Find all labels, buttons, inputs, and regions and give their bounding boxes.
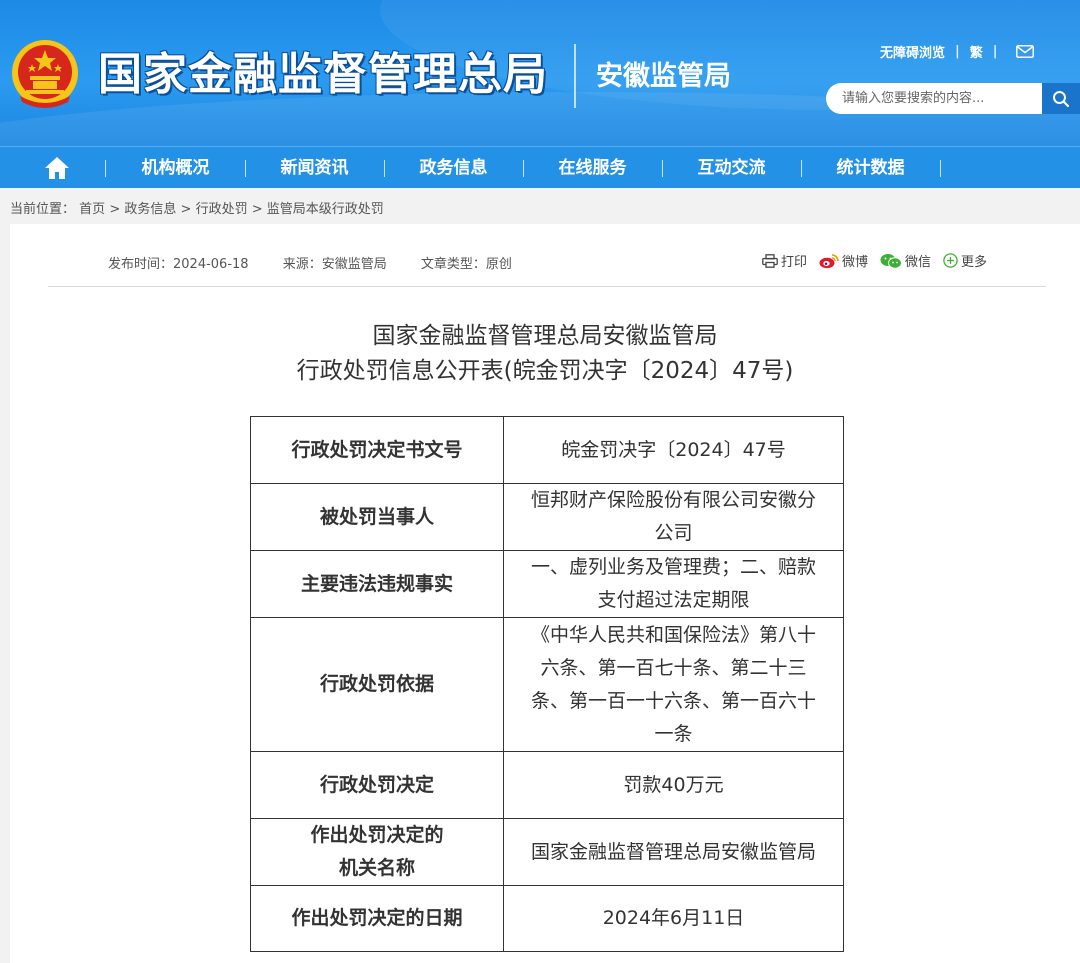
table-row: 行政处罚决定书文号 皖金罚决字〔2024〕47号 [250, 416, 844, 484]
weibo-share-button[interactable]: 微博 [819, 251, 868, 270]
plus-circle-icon [943, 253, 958, 268]
table-key: 行政处罚依据 [319, 673, 434, 695]
table-key: 作出处罚决定的日期 [291, 907, 463, 929]
table-key-cell: 被处罚当事人 [250, 483, 504, 551]
nav-item-about[interactable]: 机构概况 [106, 147, 245, 189]
nav-divider [940, 160, 941, 177]
table-key-line: 机关名称 [338, 857, 415, 879]
table-value: 2024年6月11日 [602, 907, 745, 929]
home-icon[interactable] [44, 156, 70, 180]
article-type: 文章类型：原创 [420, 257, 512, 272]
more-label: 更多 [961, 255, 988, 270]
table-value-line: 《中华人民共和国保险法》第八十 [530, 623, 816, 646]
site-subtitle[interactable]: 安徽监管局 [596, 60, 731, 94]
table-row: 作出处罚决定的日期 2024年6月11日 [250, 885, 844, 952]
table-key-cell: 行政处罚依据 [250, 617, 504, 752]
weibo-label: 微博 [842, 255, 869, 270]
article-meta: 发布时间：2024-06-18 来源：安徽监管局 文章类型：原创 [108, 253, 542, 272]
breadcrumb-separator: > [180, 202, 192, 217]
publish-time: 发布时间：2024-06-18 [108, 257, 249, 272]
table-value-cell: 恒邦财产保险股份有限公司安徽分 公司 [503, 483, 844, 551]
breadcrumb: 当前位置： 首页 > 政务信息 > 行政处罚 > 监管局本级行政处罚 [10, 198, 384, 217]
nav-item-statistics[interactable]: 统计数据 [801, 147, 940, 189]
breadcrumb-item-bureau-penalty[interactable]: 监管局本级行政处罚 [267, 202, 384, 217]
table-row: 行政处罚决定 罚款40万元 [250, 751, 844, 819]
national-emblem-icon[interactable] [10, 38, 80, 110]
table-value-line: 一、虚列业务及管理费；二、赔款 [530, 556, 816, 578]
search-input[interactable] [826, 83, 1042, 114]
breadcrumb-prefix: 当前位置： [10, 202, 76, 217]
table-value: 罚款40万元 [623, 773, 724, 796]
breadcrumb-separator: > [251, 202, 263, 217]
article-source: 来源：安徽监管局 [282, 257, 387, 272]
main-nav: 机构概况 新闻资讯 政务信息 在线服务 互动交流 统计数据 [0, 146, 1080, 188]
table-value-line: 条、第一百一十六条、第一百六十 [530, 689, 816, 712]
title-divider [574, 44, 576, 108]
table-value-line: 六条、第一百七十条、第二十三 [540, 656, 807, 679]
search-button[interactable] [1042, 83, 1080, 114]
table-key-cell: 作出处罚决定的日期 [250, 885, 504, 952]
breadcrumb-item-penalty[interactable]: 行政处罚 [196, 202, 248, 217]
table-key-cell: 主要违法违规事实 [250, 550, 504, 618]
table-key: 被处罚当事人 [319, 505, 434, 528]
top-links: 无障碍浏览 | 繁 | [880, 40, 1034, 62]
share-toolbar: 打印 微博 微信 更多 [762, 251, 987, 270]
print-button[interactable]: 打印 [762, 251, 807, 270]
table-row: 作出处罚决定的 机关名称 国家金融监督管理总局安徽监管局 [250, 818, 844, 886]
mail-icon[interactable] [1015, 44, 1034, 58]
table-key: 行政处罚决定 [319, 773, 434, 796]
table-key-cell: 行政处罚决定 [250, 751, 504, 819]
breadcrumb-item-home[interactable]: 首页 [79, 202, 105, 217]
table-value-cell: 一、虚列业务及管理费；二、赔款 支付超过法定期限 [503, 550, 844, 618]
table-key-cell: 作出处罚决定的 机关名称 [250, 818, 504, 886]
nav-item-interaction[interactable]: 互动交流 [662, 147, 801, 189]
table-value: 国家金融监督管理总局安徽监管局 [530, 840, 816, 863]
table-value-cell: 国家金融监督管理总局安徽监管局 [503, 818, 844, 886]
table-key: 主要违法违规事实 [300, 572, 453, 595]
table-value-cell: 2024年6月11日 [503, 885, 844, 952]
traditional-chinese-link[interactable]: 繁 [970, 42, 983, 61]
table-value-cell: 罚款40万元 [503, 751, 844, 819]
accessibility-link[interactable]: 无障碍浏览 [880, 42, 945, 61]
table-row: 被处罚当事人 恒邦财产保险股份有限公司安徽分 公司 [250, 483, 844, 551]
wechat-share-button[interactable]: 微信 [880, 251, 931, 270]
table-row: 行政处罚依据 《中华人民共和国保险法》第八十 六条、第一百七十条、第二十三 条、… [250, 617, 844, 752]
table-value-cell: 《中华人民共和国保险法》第八十 六条、第一百七十条、第二十三 条、第一百一十六条… [503, 617, 844, 752]
penalty-info-table: 行政处罚决定书文号 皖金罚决字〔2024〕47号 被处罚当事人 恒邦财产保险股份… [250, 416, 844, 952]
meta-divider [48, 286, 1046, 287]
table-value: 皖金罚决字〔2024〕47号 [561, 438, 786, 461]
site-title[interactable]: 国家金融监督管理总局 [98, 48, 548, 102]
link-separator: | [992, 43, 998, 59]
nav-item-online-services[interactable]: 在线服务 [523, 147, 662, 189]
table-row: 主要违法违规事实 一、虚列业务及管理费；二、赔款 支付超过法定期限 [250, 550, 844, 618]
weibo-icon [819, 253, 839, 268]
wechat-label: 微信 [905, 255, 932, 270]
breadcrumb-item-government-info[interactable]: 政务信息 [124, 202, 176, 217]
print-label: 打印 [781, 255, 808, 270]
table-key-cell: 行政处罚决定书文号 [250, 416, 504, 484]
wechat-icon [880, 253, 903, 269]
table-key-line: 作出处罚决定的 [310, 824, 444, 846]
article-title-line2: 行政处罚信息公开表(皖金罚决字〔2024〕47号) [296, 358, 794, 384]
nav-item-news[interactable]: 新闻资讯 [245, 147, 384, 189]
table-value-line: 一条 [654, 722, 693, 745]
more-share-button[interactable]: 更多 [943, 251, 987, 270]
table-value-line: 支付超过法定期限 [597, 589, 750, 611]
breadcrumb-separator: > [109, 202, 121, 217]
article-title-line1: 国家金融监督管理总局安徽监管局 [372, 323, 718, 349]
table-value-line: 恒邦财产保险股份有限公司安徽分 [530, 489, 816, 511]
table-value-line: 公司 [654, 522, 693, 544]
nav-item-government-info[interactable]: 政务信息 [384, 147, 523, 189]
link-separator: | [955, 43, 960, 59]
table-value-cell: 皖金罚决字〔2024〕47号 [503, 416, 844, 484]
printer-icon [762, 253, 778, 268]
table-key: 行政处罚决定书文号 [291, 438, 463, 461]
article-container: 发布时间：2024-06-18 来源：安徽监管局 文章类型：原创 打印 微博 微… [10, 224, 1080, 963]
search-icon [1053, 90, 1070, 107]
site-header: 国家金融监督管理总局 安徽监管局 无障碍浏览 | 繁 | [0, 0, 1080, 146]
